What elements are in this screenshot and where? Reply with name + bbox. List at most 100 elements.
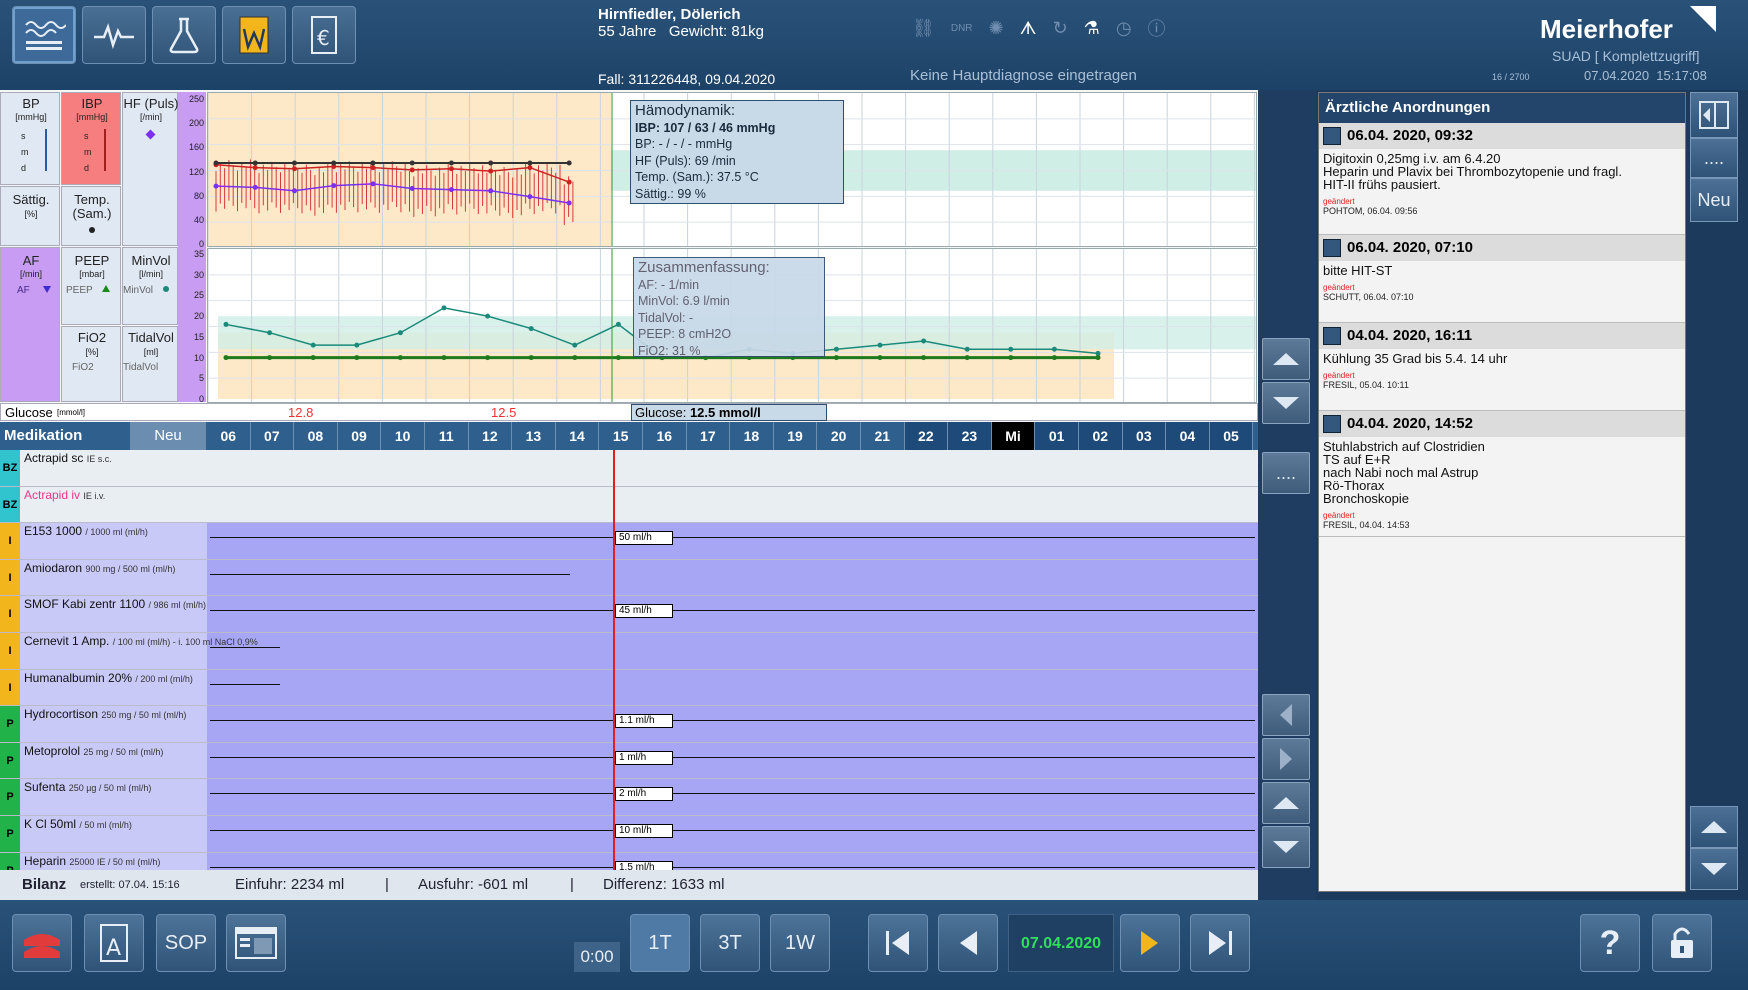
- af-param[interactable]: AF [/min] AF: [0, 247, 60, 402]
- order-header[interactable]: 04.04. 2020, 16:11: [1319, 323, 1685, 349]
- hour-cell[interactable]: 03: [1122, 422, 1167, 450]
- previous-icon[interactable]: [938, 914, 998, 972]
- medication-row[interactable]: BZ Actrapid sc IE s.c.: [0, 450, 1258, 487]
- hour-cell[interactable]: 14: [556, 422, 600, 450]
- new-medication-button[interactable]: Neu: [130, 422, 206, 450]
- order-header[interactable]: 04.04. 2020, 14:52: [1319, 411, 1685, 437]
- next-icon[interactable]: [1120, 914, 1180, 972]
- infusion-rate[interactable]: 45 ml/h: [615, 604, 673, 619]
- med-scroll-down-button[interactable]: [1262, 826, 1310, 868]
- first-page-icon[interactable]: [868, 914, 928, 972]
- infusion-rate[interactable]: 1 ml/h: [615, 750, 673, 765]
- tidalvol-param[interactable]: TidalVol [ml] TidalVol: [122, 326, 178, 402]
- hour-cell[interactable]: 21: [861, 422, 905, 450]
- order-item[interactable]: 04.04. 2020, 16:11 Kühlung 35 Grad bis 5.…: [1319, 323, 1685, 411]
- range-1w-button[interactable]: 1W: [770, 914, 830, 972]
- fio2-param[interactable]: FiO2 [%] FiO2: [61, 326, 121, 402]
- medication-row[interactable]: I E153 1000 / 1000 ml (ml/h) 50 ml/h: [0, 523, 1258, 560]
- scroll-up-button[interactable]: [1262, 338, 1310, 380]
- order-header[interactable]: 06.04. 2020, 09:32: [1319, 123, 1685, 149]
- ibp-param[interactable]: IBP [mmHg] s m d: [61, 92, 121, 185]
- order-header[interactable]: 06.04. 2020, 07:10: [1319, 235, 1685, 261]
- orders-new-button[interactable]: Neu: [1690, 178, 1738, 222]
- hour-cell[interactable]: 20: [817, 422, 861, 450]
- hf-param[interactable]: HF (Puls) [/min]: [122, 92, 178, 246]
- orders-scroll-up-button[interactable]: [1690, 806, 1738, 848]
- current-date[interactable]: 07.04.2020: [1008, 914, 1114, 972]
- hour-cell[interactable]: Mi: [991, 422, 1036, 450]
- hour-cell[interactable]: 04: [1166, 422, 1210, 450]
- alarm-icon[interactable]: [12, 914, 72, 972]
- collapse-panel-icon[interactable]: [1690, 92, 1738, 138]
- medication-row[interactable]: P Heparin 25000 IE / 50 ml (ml/h) 1.5 ml/h: [0, 852, 1258, 870]
- hour-cell[interactable]: 07: [251, 422, 295, 450]
- temp-param[interactable]: Temp. (Sam.): [61, 186, 121, 246]
- medication-row[interactable]: I Amiodaron 900 mg / 500 ml (ml/h): [0, 559, 1258, 597]
- sop-button[interactable]: SOP: [156, 914, 216, 972]
- lungs-icon[interactable]: ᗑ: [1020, 18, 1037, 39]
- hour-cell[interactable]: 17: [687, 422, 731, 450]
- hour-cell[interactable]: 12: [469, 422, 513, 450]
- hour-cell[interactable]: 18: [730, 422, 774, 450]
- lock-icon[interactable]: [1652, 914, 1712, 972]
- edit-icon[interactable]: [1323, 239, 1341, 257]
- infusion-rate[interactable]: 1.5 ml/h: [615, 860, 673, 870]
- sattig-param[interactable]: Sättig. [%]: [0, 186, 60, 246]
- screen-icon[interactable]: [226, 914, 286, 972]
- infusion-rate[interactable]: 10 ml/h: [615, 824, 673, 838]
- medication-row[interactable]: BZ Actrapid iv IE i.v.: [0, 486, 1258, 524]
- monitor-waves-icon[interactable]: [12, 6, 76, 64]
- med-scroll-up-button[interactable]: [1262, 782, 1310, 824]
- hour-cell[interactable]: 16: [643, 422, 687, 450]
- order-item[interactable]: 06.04. 2020, 09:32 Digitoxin 0,25mg i.v. …: [1319, 123, 1685, 235]
- medication-row[interactable]: P Hydrocortison 250 mg / 50 ml (ml/h) 1.1 …: [0, 706, 1258, 743]
- infusion-rate[interactable]: 1.1 ml/h: [615, 714, 673, 729]
- hour-cell[interactable]: 02: [1079, 422, 1123, 450]
- infusion-rate[interactable]: 50 ml/h: [615, 531, 673, 546]
- hour-cell[interactable]: 06: [207, 422, 251, 450]
- hour-cell[interactable]: 11: [425, 422, 469, 450]
- hour-cell[interactable]: 13: [512, 422, 556, 450]
- medication-row[interactable]: P K Cl 50ml / 50 ml (ml/h) 10 ml/h: [0, 816, 1258, 853]
- bp-param[interactable]: BP [mmHg] s m d: [0, 92, 60, 185]
- medication-row[interactable]: P Metoprolol 25 mg / 50 ml (ml/h) 1 ml/h: [0, 742, 1258, 780]
- range-1t-button[interactable]: 1T: [630, 914, 690, 972]
- edit-icon[interactable]: [1323, 415, 1341, 433]
- hour-cell[interactable]: 22: [904, 422, 949, 450]
- clock-icon[interactable]: ◷: [1116, 18, 1132, 39]
- document-a-icon[interactable]: A: [84, 914, 144, 972]
- lab-flask-icon[interactable]: ⚗: [1084, 18, 1100, 39]
- hour-cell[interactable]: 19: [774, 422, 818, 450]
- info-icon[interactable]: ⓘ: [1148, 15, 1166, 41]
- scroll-left-button[interactable]: [1262, 694, 1310, 736]
- scroll-right-button[interactable]: [1262, 738, 1310, 780]
- order-item[interactable]: 06.04. 2020, 07:10 bitte HIT-ST geändert SC…: [1319, 235, 1685, 323]
- euro-document-icon[interactable]: €: [292, 6, 356, 64]
- virus-icon[interactable]: ✺: [989, 18, 1004, 39]
- hour-cell[interactable]: 15: [599, 422, 643, 450]
- help-icon[interactable]: ?: [1580, 914, 1640, 972]
- medication-row[interactable]: P Sufenta 250 µg / 50 ml (ml/h) 2 ml/h: [0, 779, 1258, 816]
- peep-param[interactable]: PEEP [mbar] PEEP: [61, 247, 121, 325]
- document-w-icon[interactable]: [222, 6, 286, 64]
- hour-cell[interactable]: 10: [381, 422, 425, 450]
- hour-cell[interactable]: 08: [294, 422, 338, 450]
- flask-icon[interactable]: [152, 6, 216, 64]
- hour-cell[interactable]: 09: [338, 422, 382, 450]
- refresh-icon[interactable]: ↻: [1053, 18, 1068, 39]
- medication-row[interactable]: I SMOF Kabi zentr 1100 / 986 ml (ml/h) 45 …: [0, 596, 1258, 633]
- medication-row[interactable]: I Humanalbumin 20% / 200 ml (ml/h): [0, 669, 1258, 707]
- time-field[interactable]: 0:00: [574, 942, 620, 972]
- range-3t-button[interactable]: 3T: [700, 914, 760, 972]
- link-icon[interactable]: ⛓: [912, 18, 935, 39]
- infusion-rate[interactable]: 2 ml/h: [615, 787, 673, 802]
- dnr-icon[interactable]: DNR: [951, 23, 973, 34]
- medication-row[interactable]: I Cernevit 1 Amp. / 100 ml (ml/h) - i. 10…: [0, 633, 1258, 670]
- hour-cell[interactable]: 23: [948, 422, 992, 450]
- glucose-row[interactable]: Glucose [mmol/l] 12.8 12.5 Glucose: 12.5…: [0, 403, 1258, 421]
- minvol-param[interactable]: MinVol [l/min] MinVol: [122, 247, 178, 325]
- hour-cell[interactable]: 05: [1209, 422, 1254, 450]
- hour-cell[interactable]: 01: [1035, 422, 1079, 450]
- more-button[interactable]: ....: [1262, 452, 1310, 494]
- orders-scroll-down-button[interactable]: [1690, 848, 1738, 890]
